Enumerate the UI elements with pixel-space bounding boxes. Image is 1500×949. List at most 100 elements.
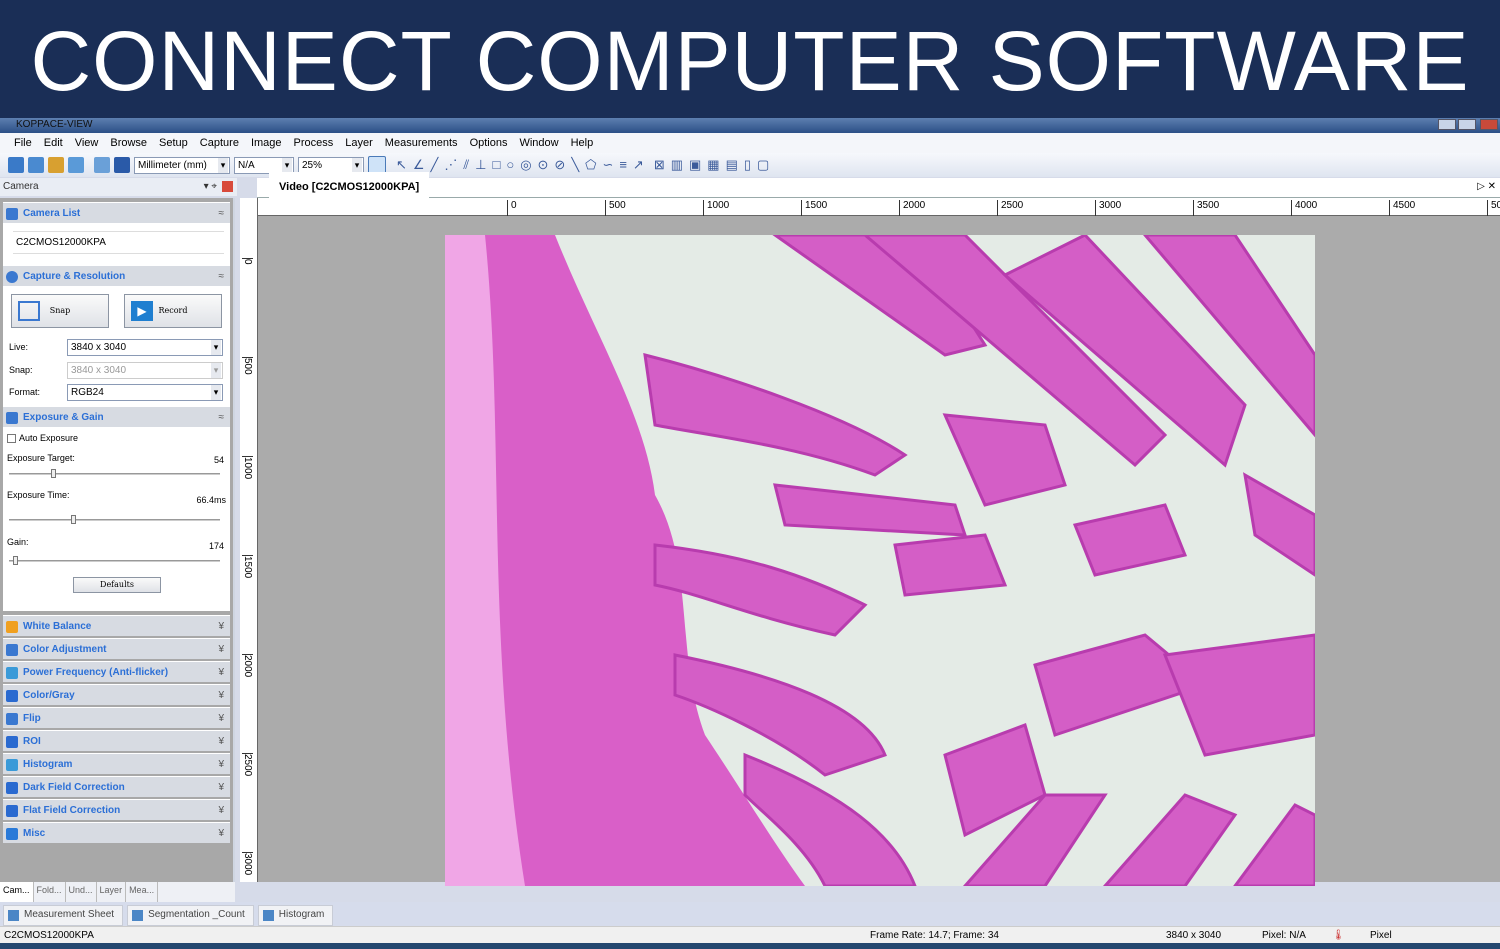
section-color-gray[interactable]: Color/Gray ¥ bbox=[3, 684, 230, 705]
menu-bar: File Edit View Browse Setup Capture Image Proce… bbox=[0, 133, 1500, 153]
chevron-down-icon[interactable]: ¥ bbox=[218, 731, 224, 752]
section-histogram[interactable]: Histogram ¥ bbox=[3, 753, 230, 774]
close-panel-icon[interactable] bbox=[222, 181, 233, 192]
bottom-tab[interactable]: Histogram bbox=[257, 905, 334, 926]
bottom-tab[interactable]: Measurement Sheet bbox=[3, 905, 124, 926]
panel-tab[interactable]: Layer bbox=[97, 882, 127, 902]
save-icon[interactable] bbox=[28, 157, 44, 173]
section-roi[interactable]: ROI ¥ bbox=[3, 730, 230, 751]
chevron-down-icon[interactable]: ¥ bbox=[218, 639, 224, 660]
microscope-image bbox=[445, 235, 1315, 886]
section-flip[interactable]: Flip ¥ bbox=[3, 707, 230, 728]
chevron-down-icon[interactable]: ¥ bbox=[218, 800, 224, 821]
bottom-tab[interactable]: Segmentation _Count bbox=[127, 905, 254, 926]
menu-setup[interactable]: Setup bbox=[153, 137, 194, 149]
defaults-button[interactable]: Defaults bbox=[73, 577, 161, 593]
section-flat-field-correction[interactable]: Flat Field Correction ¥ bbox=[3, 799, 230, 820]
panel-title: Camera bbox=[3, 181, 39, 192]
format-select[interactable]: RGB24 bbox=[67, 384, 223, 401]
snap-resolution-select[interactable]: 3840 x 3040 bbox=[67, 362, 223, 379]
chevron-down-icon[interactable]: ¥ bbox=[218, 777, 224, 798]
zoom-select[interactable]: 25% bbox=[298, 156, 364, 174]
image-canvas[interactable] bbox=[258, 216, 1500, 886]
chevron-down-icon[interactable]: ¥ bbox=[218, 616, 224, 637]
tab-video[interactable]: Video [C2CMOS12000KPA] bbox=[269, 172, 430, 198]
record-button[interactable]: ▶ Record bbox=[124, 294, 222, 328]
tab-scroll-icon[interactable]: ▷ ✕ bbox=[1477, 181, 1496, 192]
chevron-down-icon[interactable]: ¥ bbox=[218, 754, 224, 775]
measurement-tools[interactable]: ↖∠╱⋰⫽⊥□○◎⊙⊘╲⬠∽≡↗ bbox=[396, 157, 650, 173]
ruler-label: 1500 bbox=[801, 200, 827, 216]
section-capture[interactable]: Capture & Resolution ≈ bbox=[3, 265, 230, 286]
auto-exposure-checkbox[interactable] bbox=[7, 434, 16, 443]
status-frame: Frame Rate: 14.7; Frame: 34 bbox=[870, 930, 999, 941]
section-dark-field-correction[interactable]: Dark Field Correction ¥ bbox=[3, 776, 230, 797]
section-icon bbox=[6, 644, 18, 656]
menu-edit[interactable]: Edit bbox=[38, 137, 69, 149]
gain-slider[interactable] bbox=[9, 556, 220, 565]
menu-view[interactable]: View bbox=[69, 137, 105, 149]
snap-icon bbox=[18, 301, 40, 321]
ruler-label: 1000 bbox=[242, 456, 253, 480]
camera-list-item[interactable]: C2CMOS12000KPA bbox=[13, 231, 224, 254]
menu-help[interactable]: Help bbox=[565, 137, 600, 149]
ruler-label: 3500 bbox=[1193, 200, 1219, 216]
pin-icon[interactable]: ▾ ⌖ bbox=[204, 178, 217, 196]
section-camera-list[interactable]: Camera List ≈ bbox=[3, 202, 230, 223]
status-resolution: 3840 x 3040 bbox=[1166, 930, 1222, 941]
menu-window[interactable]: Window bbox=[513, 137, 564, 149]
section-icon bbox=[6, 805, 18, 817]
menu-capture[interactable]: Capture bbox=[194, 137, 245, 149]
ruler-top: 0 500 1000 1500 2000 2500 3000 3500 4000 4500 50 bbox=[257, 198, 1500, 216]
panel-tab[interactable]: Und... bbox=[66, 882, 97, 902]
chevron-down-icon[interactable]: ¥ bbox=[218, 823, 224, 844]
minimize-button[interactable] bbox=[1438, 119, 1456, 130]
open-icon[interactable] bbox=[8, 157, 24, 173]
browse-icon[interactable] bbox=[94, 157, 110, 173]
menu-process[interactable]: Process bbox=[288, 137, 340, 149]
menu-file[interactable]: File bbox=[8, 137, 38, 149]
ruler-label: 2000 bbox=[899, 200, 925, 216]
menu-browse[interactable]: Browse bbox=[104, 137, 153, 149]
panel-tab[interactable]: Cam... bbox=[0, 882, 34, 902]
gear-icon bbox=[6, 271, 18, 283]
menu-image[interactable]: Image bbox=[245, 137, 288, 149]
menu-layer[interactable]: Layer bbox=[339, 137, 379, 149]
close-button[interactable] bbox=[1480, 119, 1498, 130]
section-white-balance[interactable]: White Balance ¥ bbox=[3, 615, 230, 636]
section-title: Dark Field Correction bbox=[23, 782, 125, 793]
bottom-tabs: Measurement Sheet Segmentation _Count Hist… bbox=[0, 902, 1500, 926]
layout-tools[interactable]: ⊠▥▣▦▤▯▢ bbox=[654, 157, 775, 173]
section-exposure[interactable]: Exposure & Gain ≈ bbox=[3, 406, 230, 427]
capture-icon[interactable] bbox=[68, 157, 84, 173]
maximize-button[interactable] bbox=[1458, 119, 1476, 130]
section-color-adjustment[interactable]: Color Adjustment ¥ bbox=[3, 638, 230, 659]
panel-tabs: Cam... Fold... Und... Layer Mea... bbox=[0, 882, 235, 902]
section-icon bbox=[6, 690, 18, 702]
tab-icon bbox=[8, 910, 19, 921]
exposure-target-slider[interactable] bbox=[9, 469, 220, 478]
section-misc[interactable]: Misc ¥ bbox=[3, 822, 230, 843]
document-tabbar: Video [C2CMOS12000KPA] ▷ ✕ bbox=[257, 172, 1500, 198]
chevron-down-icon[interactable]: ¥ bbox=[218, 662, 224, 683]
live-resolution-select[interactable]: 3840 x 3040 bbox=[67, 339, 223, 356]
chevron-down-icon[interactable]: ¥ bbox=[218, 708, 224, 729]
grid-icon[interactable] bbox=[114, 157, 130, 173]
menu-measurements[interactable]: Measurements bbox=[379, 137, 464, 149]
calibration-select[interactable]: N/A bbox=[234, 156, 294, 174]
panel-tab[interactable]: Mea... bbox=[126, 882, 159, 902]
camera-icon bbox=[6, 208, 18, 220]
ruler-label: 50 bbox=[1487, 200, 1500, 216]
menu-options[interactable]: Options bbox=[464, 137, 514, 149]
section-title: Flat Field Correction bbox=[23, 805, 121, 816]
save-as-icon[interactable] bbox=[48, 157, 64, 173]
chevron-down-icon[interactable]: ¥ bbox=[218, 685, 224, 706]
ruler-label: 0 bbox=[507, 200, 517, 216]
panel-tab[interactable]: Fold... bbox=[34, 882, 66, 902]
snap-button[interactable]: Snap bbox=[11, 294, 109, 328]
unit-select[interactable]: Millimeter (mm) bbox=[134, 156, 230, 174]
exposure-time-slider[interactable] bbox=[9, 515, 220, 524]
banner: CONNECT COMPUTER SOFTWARE bbox=[0, 0, 1500, 118]
ruler-label: 2500 bbox=[242, 753, 253, 777]
section-power-frequency-anti-flicker-[interactable]: Power Frequency (Anti-flicker) ¥ bbox=[3, 661, 230, 682]
